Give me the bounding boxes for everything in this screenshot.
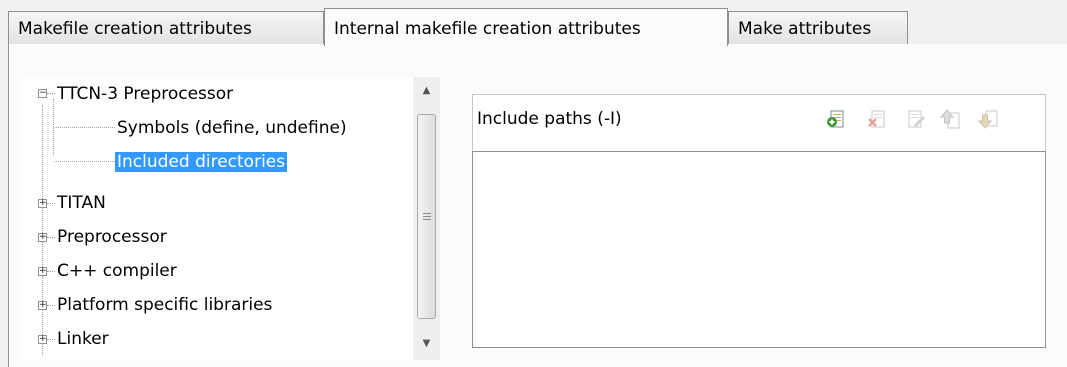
- tab-label: Make attributes: [738, 19, 872, 39]
- tree-guide-line: [47, 93, 55, 94]
- tree-item-label: TITAN: [57, 193, 106, 213]
- tree-item-titan[interactable]: TITAN: [57, 186, 106, 220]
- tree-item-preprocessor[interactable]: Preprocessor: [57, 220, 167, 254]
- delete-icon[interactable]: [866, 108, 888, 130]
- tree-guide-line: [47, 305, 55, 306]
- tree-guide-line: [42, 105, 43, 355]
- collapse-icon[interactable]: −: [38, 89, 47, 98]
- tree-scrollbar[interactable]: ▲ ▼: [413, 77, 440, 360]
- scroll-up-icon[interactable]: ▲: [413, 79, 440, 103]
- grip-icon: [423, 213, 431, 222]
- tree-guide-line: [54, 127, 115, 128]
- settings-tree: − TTCN-3 Preprocessor Symbols (define, u…: [21, 77, 439, 360]
- panel-title: Include paths (-I): [477, 109, 622, 129]
- tree-guide-line: [47, 339, 55, 340]
- tree-item-label: TTCN-3 Preprocessor: [57, 84, 234, 104]
- tree-item-platform-specific-libraries[interactable]: Platform specific libraries: [57, 288, 272, 322]
- move-down-icon[interactable]: [977, 108, 1000, 130]
- tree-guide-line: [47, 271, 55, 272]
- include-paths-header: Include paths (-I): [472, 94, 1046, 151]
- tree-item-label: Linker: [57, 329, 109, 349]
- tree-item-symbols[interactable]: Symbols (define, undefine): [117, 111, 347, 145]
- scrollbar-thumb[interactable]: [417, 114, 436, 319]
- move-up-icon[interactable]: [939, 108, 962, 130]
- tree-item-included-directories[interactable]: Included directories: [115, 145, 288, 179]
- tree-item-label: Included directories: [115, 152, 288, 172]
- tree-guide-line: [54, 161, 115, 162]
- tree-item-label: C++ compiler: [57, 261, 177, 281]
- tree-guide-line: [47, 203, 55, 204]
- tree-item-label: Platform specific libraries: [57, 295, 273, 315]
- tab-label: Makefile creation attributes: [18, 19, 252, 39]
- tree-item-ttcn3-preprocessor[interactable]: TTCN-3 Preprocessor: [57, 77, 233, 111]
- expand-icon[interactable]: +: [38, 267, 47, 276]
- tab-internal-makefile-creation-attributes[interactable]: Internal makefile creation attributes: [324, 8, 728, 46]
- tree-item-linker[interactable]: Linker: [57, 322, 109, 356]
- scroll-down-icon[interactable]: ▼: [413, 332, 440, 356]
- edit-icon[interactable]: [904, 108, 926, 130]
- tree-guide-line: [47, 237, 55, 238]
- tab-label: Internal makefile creation attributes: [334, 19, 641, 39]
- tree-item-label: Preprocessor: [57, 227, 167, 247]
- include-paths-list[interactable]: [472, 151, 1046, 348]
- expand-icon[interactable]: +: [38, 301, 47, 310]
- add-icon[interactable]: [825, 108, 847, 130]
- tree-item-label: Symbols (define, undefine): [117, 118, 347, 138]
- tab-bar: Makefile creation attributes Internal ma…: [0, 0, 1067, 46]
- expand-icon[interactable]: +: [38, 335, 47, 344]
- tree-item-cpp-compiler[interactable]: C++ compiler: [57, 254, 177, 288]
- expand-icon[interactable]: +: [38, 233, 47, 242]
- tab-make-attributes[interactable]: Make attributes: [728, 11, 908, 44]
- tab-makefile-creation-attributes[interactable]: Makefile creation attributes: [8, 11, 324, 44]
- expand-icon[interactable]: +: [38, 199, 47, 208]
